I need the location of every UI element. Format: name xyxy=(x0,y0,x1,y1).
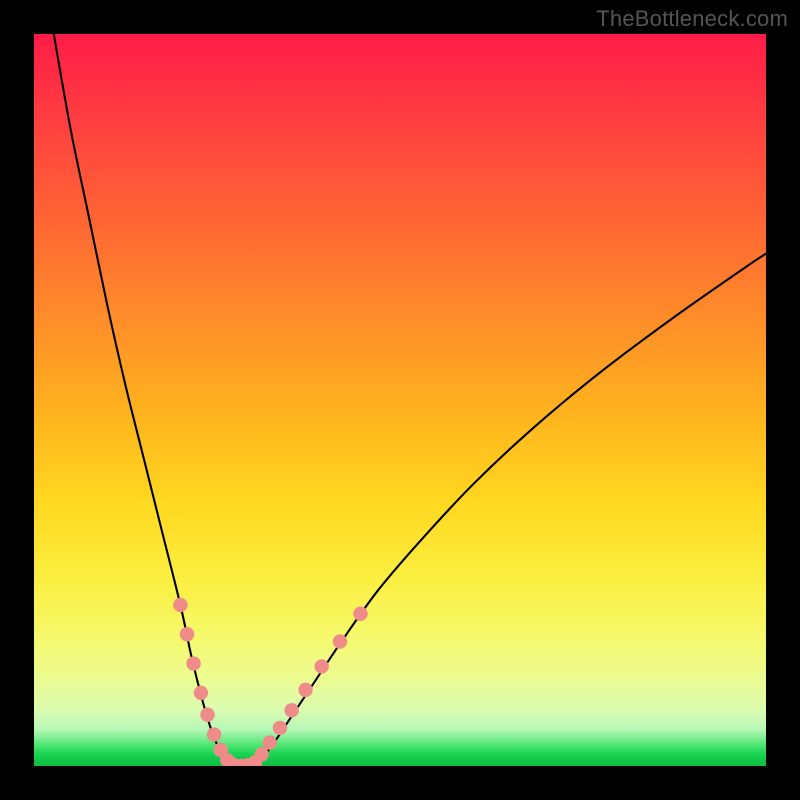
chart-svg xyxy=(34,34,766,766)
marker-dot xyxy=(284,703,298,717)
marker-dot xyxy=(254,747,268,761)
scatter-markers xyxy=(173,598,367,766)
marker-dot xyxy=(314,659,328,673)
plot-area xyxy=(34,34,766,766)
marker-dot xyxy=(207,727,221,741)
marker-dot xyxy=(186,656,200,670)
watermark-text: TheBottleneck.com xyxy=(596,6,788,32)
bottleneck-curve xyxy=(54,34,766,766)
marker-dot xyxy=(194,686,208,700)
marker-dot xyxy=(180,627,194,641)
marker-dot xyxy=(273,721,287,735)
chart-canvas: TheBottleneck.com xyxy=(0,0,800,800)
marker-dot xyxy=(200,708,214,722)
marker-dot xyxy=(298,683,312,697)
marker-dot xyxy=(263,735,277,749)
marker-dot xyxy=(353,607,367,621)
marker-dot xyxy=(173,598,187,612)
marker-dot xyxy=(333,634,347,648)
